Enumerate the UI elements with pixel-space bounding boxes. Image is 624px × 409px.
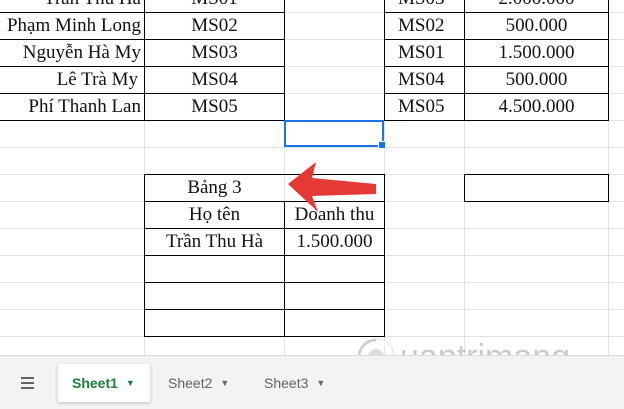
selected-cell[interactable]	[284, 120, 386, 149]
gridline	[0, 255, 624, 256]
sheet-tab-bar: Sheet1 ▼ Sheet2 ▼ Sheet3 ▼	[0, 355, 624, 409]
table3-header-revenue[interactable]: Doanh thu	[284, 201, 385, 228]
table1-code-cell[interactable]: MS03	[144, 39, 285, 66]
table3-row-revenue[interactable]: 1.500.000	[284, 228, 385, 255]
gridline	[0, 309, 624, 310]
table1-name-cell[interactable]: Lê Trà My	[0, 66, 145, 93]
caret-down-icon[interactable]: ▼	[316, 378, 325, 388]
all-sheets-menu-icon	[20, 382, 34, 384]
watermark-text: uantrimang	[400, 338, 570, 355]
gridline	[0, 336, 624, 337]
tab-sheet1[interactable]: Sheet1 ▼	[58, 364, 150, 402]
table2-revenue-cell[interactable]: 4.500.000	[464, 93, 609, 120]
spreadsheet-grid[interactable]: Trần Thu Hà MS01 Phạm Minh Long MS02 Ngu…	[0, 0, 624, 355]
table1-name-cell[interactable]: Trần Thu Hà	[0, 0, 145, 12]
fill-handle[interactable]	[378, 141, 386, 149]
gridline	[0, 174, 624, 175]
table2-code-cell[interactable]: MS05	[384, 93, 465, 120]
caret-down-icon[interactable]: ▼	[126, 378, 135, 388]
table2-code-cell[interactable]: MS02	[384, 12, 465, 39]
tab-label: Sheet3	[264, 375, 309, 391]
table1-name-cell[interactable]: Nguyễn Hà My	[0, 39, 145, 66]
all-sheets-menu-icon	[20, 377, 34, 379]
table3-header-name[interactable]: Họ tên	[144, 201, 285, 228]
table1-code-cell[interactable]: MS04	[144, 66, 285, 93]
all-sheets-menu-button[interactable]	[12, 368, 42, 398]
table2-code-cell[interactable]: MS03	[384, 0, 465, 12]
table2-revenue-cell[interactable]: 500.000	[464, 66, 609, 93]
tab-label: Sheet1	[72, 375, 118, 391]
table2-code-cell[interactable]: MS04	[384, 66, 465, 93]
tab-sheet3[interactable]: Sheet3 ▼	[252, 364, 342, 402]
table3-title[interactable]: Bảng 3	[144, 174, 285, 201]
all-sheets-menu-icon	[20, 387, 34, 389]
tab-sheet2[interactable]: Sheet2 ▼	[156, 364, 246, 402]
gridline	[0, 147, 624, 148]
table1-code-cell[interactable]: MS01	[144, 0, 285, 12]
table2-revenue-cell[interactable]: 1.500.000	[464, 39, 609, 66]
table2-revenue-cell[interactable]: 500.000	[464, 12, 609, 39]
caret-down-icon[interactable]: ▼	[220, 378, 229, 388]
table1-name-cell[interactable]: Phạm Minh Long	[0, 12, 145, 39]
table1-code-cell[interactable]: MS02	[144, 12, 285, 39]
table2-revenue-cell[interactable]: 2.000.000	[464, 0, 609, 12]
tab-label: Sheet2	[168, 375, 213, 391]
table2-code-cell[interactable]: MS01	[384, 39, 465, 66]
gridline	[0, 282, 624, 283]
table3-row-name[interactable]: Trần Thu Hà	[144, 228, 285, 255]
table1-code-cell[interactable]: MS05	[144, 93, 285, 120]
watermark-logo-icon	[357, 338, 395, 355]
table1-name-cell[interactable]: Phí Thanh Lan	[0, 93, 145, 120]
empty-bordered-cell	[464, 174, 609, 202]
